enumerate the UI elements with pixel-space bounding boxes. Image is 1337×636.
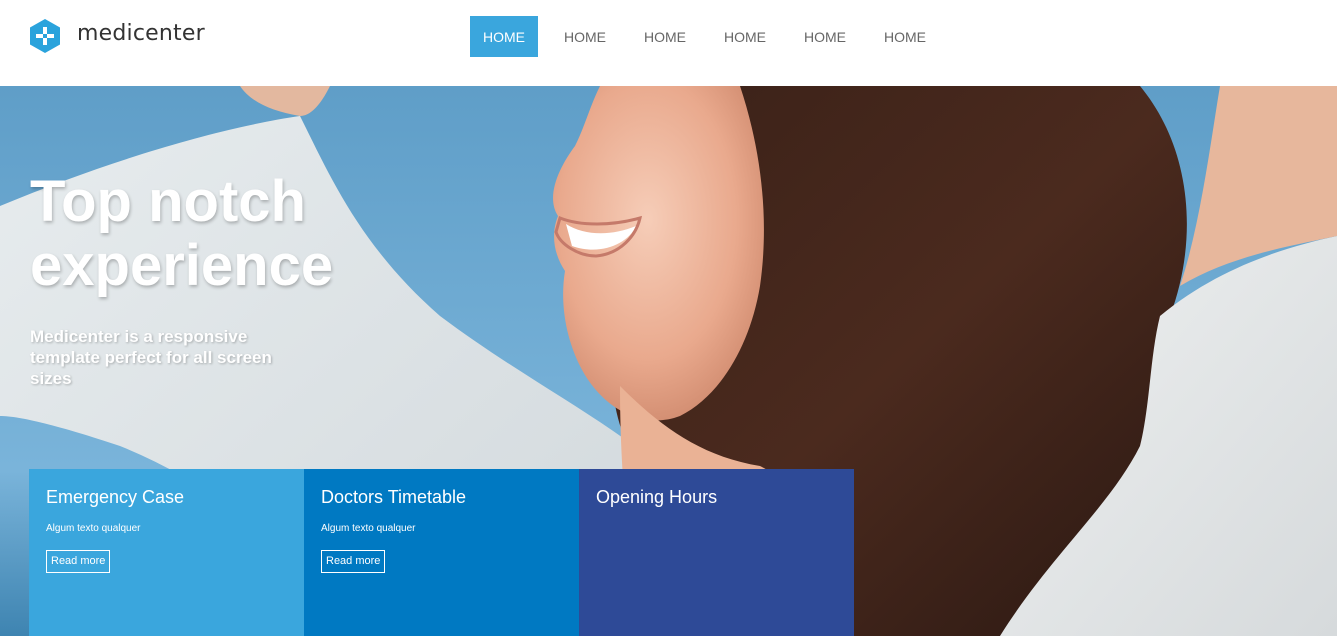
read-more-button[interactable]: Read more [46,550,111,573]
doctors-timetable-box: Doctors Timetable Algum texto qualquer R… [304,469,579,636]
hero-subtitle: Medicenter is a responsive template perf… [30,327,272,388]
nav-item-home[interactable]: HOME [791,16,859,57]
box-title: Opening Hours [596,487,718,507]
read-more-button[interactable]: Read more [321,550,386,573]
nav-item-home[interactable]: HOME [631,16,699,57]
brand-name: medicenter [77,20,205,46]
hexagon-plus-icon [30,19,60,53]
nav-item-home[interactable]: HOME [551,16,619,57]
box-title: Doctors Timetable [321,487,467,507]
nav-item-home[interactable]: HOME [711,16,779,57]
info-boxes: Emergency Case Algum texto qualquer Read… [29,469,854,636]
box-text: Algum texto qualquer [46,523,141,534]
box-title: Emergency Case [46,487,185,507]
nav-item-home[interactable]: HOME [871,16,939,57]
opening-hours-box: Opening Hours [579,469,854,636]
site-header: medicenter HOME HOME HOME HOME HOME HOME [0,0,1337,86]
hero-title: Top notch experience [30,169,334,298]
main-nav: HOME HOME HOME HOME HOME HOME [470,16,951,57]
box-text: Algum texto qualquer [321,523,416,534]
emergency-case-box: Emergency Case Algum texto qualquer Read… [29,469,304,636]
nav-item-home-active[interactable]: HOME [470,16,538,57]
hero-banner: Top notch experience Medicenter is a res… [0,86,1337,636]
logo[interactable]: medicenter [28,18,205,54]
